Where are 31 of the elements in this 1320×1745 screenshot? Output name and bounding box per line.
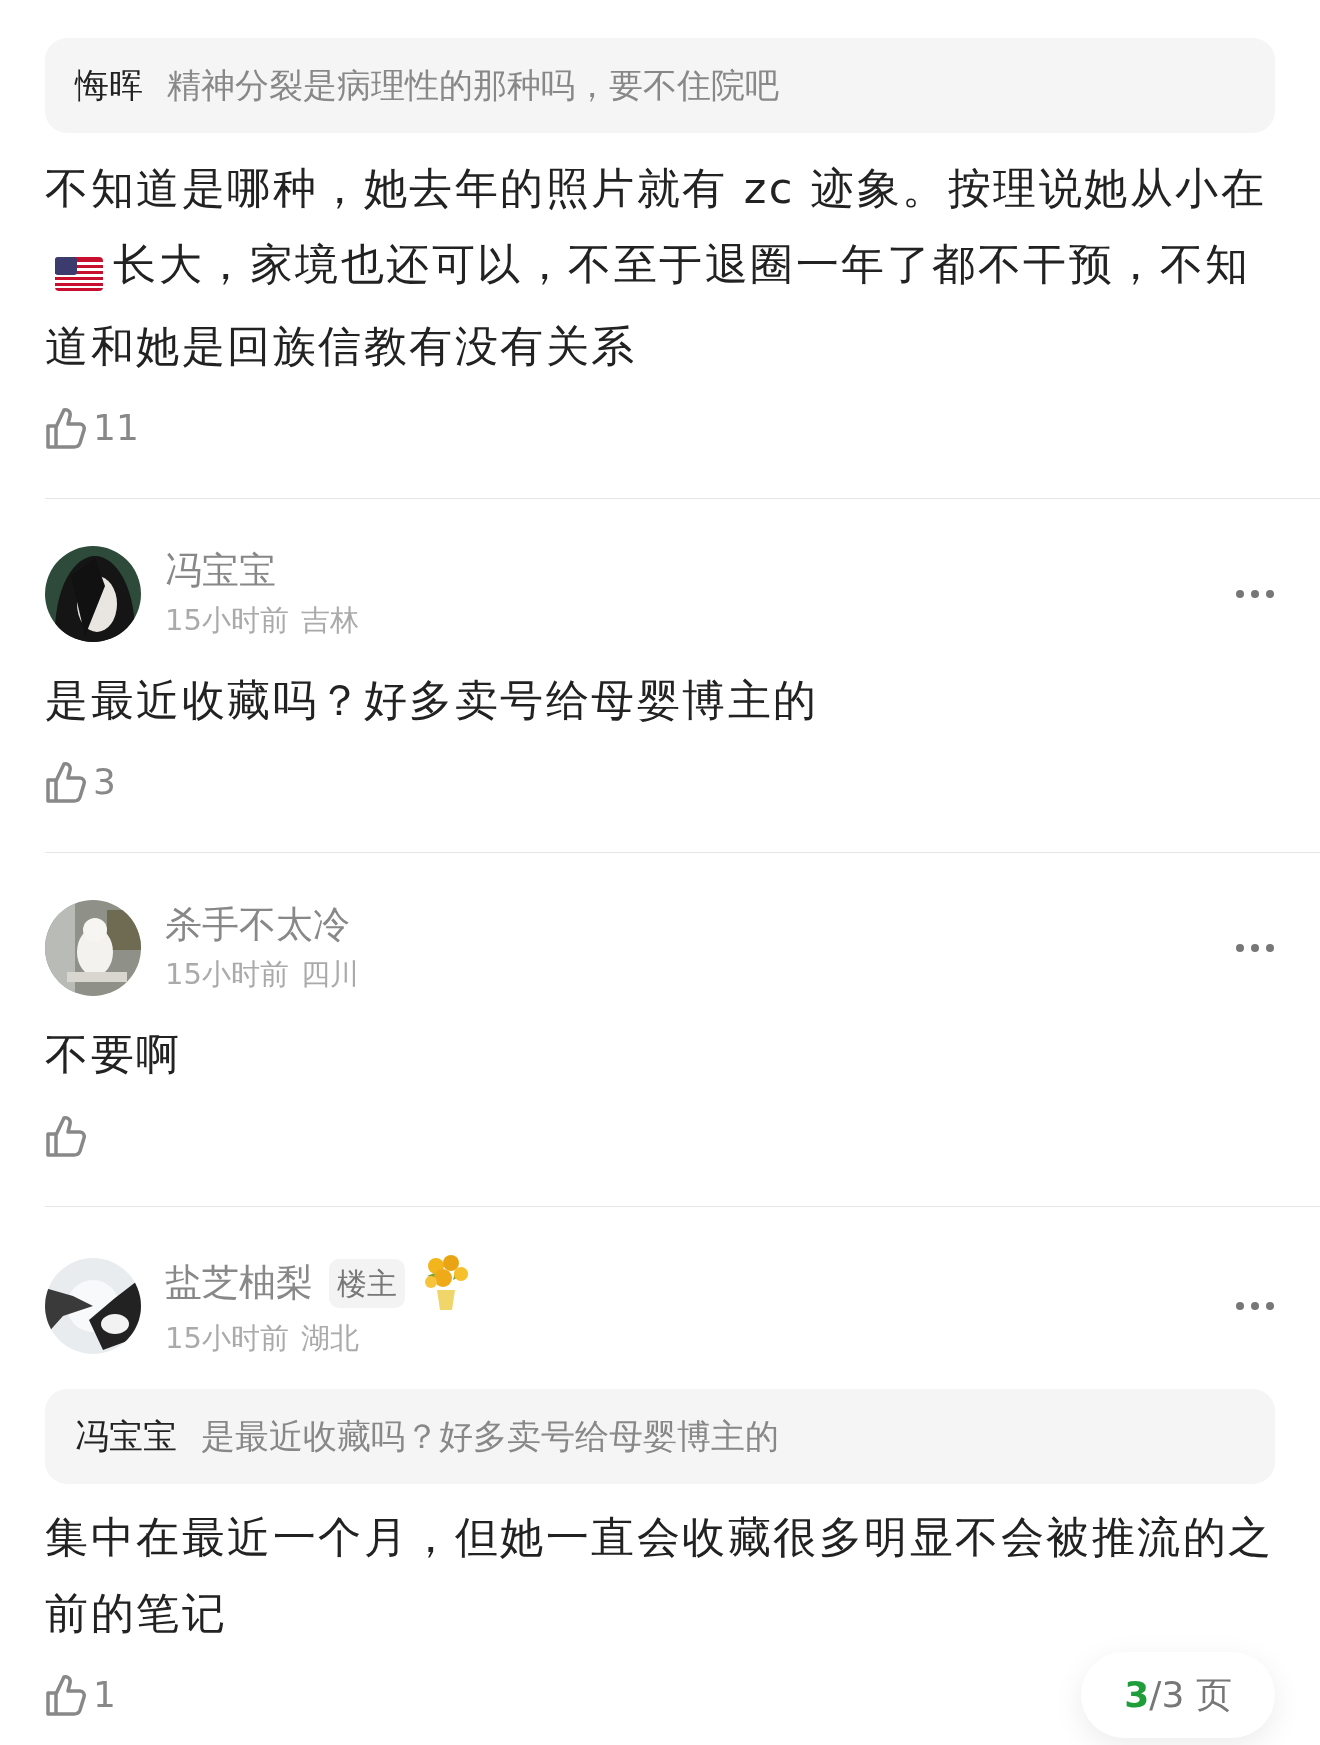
- comment-time: 15小时前: [165, 1320, 289, 1357]
- thumbs-up-icon[interactable]: [45, 760, 87, 804]
- thumbs-up-icon[interactable]: [45, 406, 87, 450]
- more-icon[interactable]: [1235, 1301, 1275, 1311]
- user-name: 杀手不太冷: [165, 902, 350, 948]
- like-count: 3: [93, 760, 116, 804]
- comment-location: 吉林: [300, 602, 359, 639]
- comment-text: 不知道是哪种，她去年的照片就有 zc 迹象。按理说她从小在 长大，家境也还可以，不至于退圈一年了都不干预，不知道和她是回族信教有没有关系: [45, 162, 1268, 373]
- comment-time: 15小时前: [165, 602, 289, 639]
- current-page: 3: [1124, 1673, 1150, 1717]
- author-tag: 楼主: [329, 1258, 405, 1308]
- thumbs-up-icon[interactable]: [45, 1673, 87, 1717]
- thumbs-up-icon[interactable]: [45, 1114, 87, 1158]
- user-name: 盐芝柚梨: [165, 1260, 313, 1306]
- comment-time: 15小时前: [165, 956, 289, 993]
- like-count: 1: [93, 1673, 116, 1717]
- quoted-text: 精神分裂是病理性的那种吗，要不住院吧: [167, 64, 779, 107]
- comment-location: 湖北: [300, 1320, 359, 1357]
- user-name: 冯宝宝: [165, 548, 276, 594]
- comment-location: 四川: [300, 956, 359, 993]
- quoted-author: 冯宝宝: [75, 1415, 177, 1458]
- quoted-text: 是最近收藏吗？好多卖号给母婴博主的: [201, 1415, 779, 1458]
- quoted-author: 悔晖: [75, 64, 143, 107]
- flag-icon: [55, 256, 103, 291]
- comment-text: 不要啊: [45, 1028, 182, 1081]
- comment-text: 是最近收藏吗？好多卖号给母婴博主的: [45, 674, 819, 727]
- more-icon[interactable]: [1235, 943, 1275, 953]
- like-count: 11: [93, 406, 139, 450]
- more-icon[interactable]: [1235, 589, 1275, 599]
- page-total: /3 页: [1149, 1673, 1232, 1717]
- comment-text: 集中在最近一个月，但她一直会收藏很多明显不会被推流的之前的笔记: [45, 1511, 1275, 1640]
